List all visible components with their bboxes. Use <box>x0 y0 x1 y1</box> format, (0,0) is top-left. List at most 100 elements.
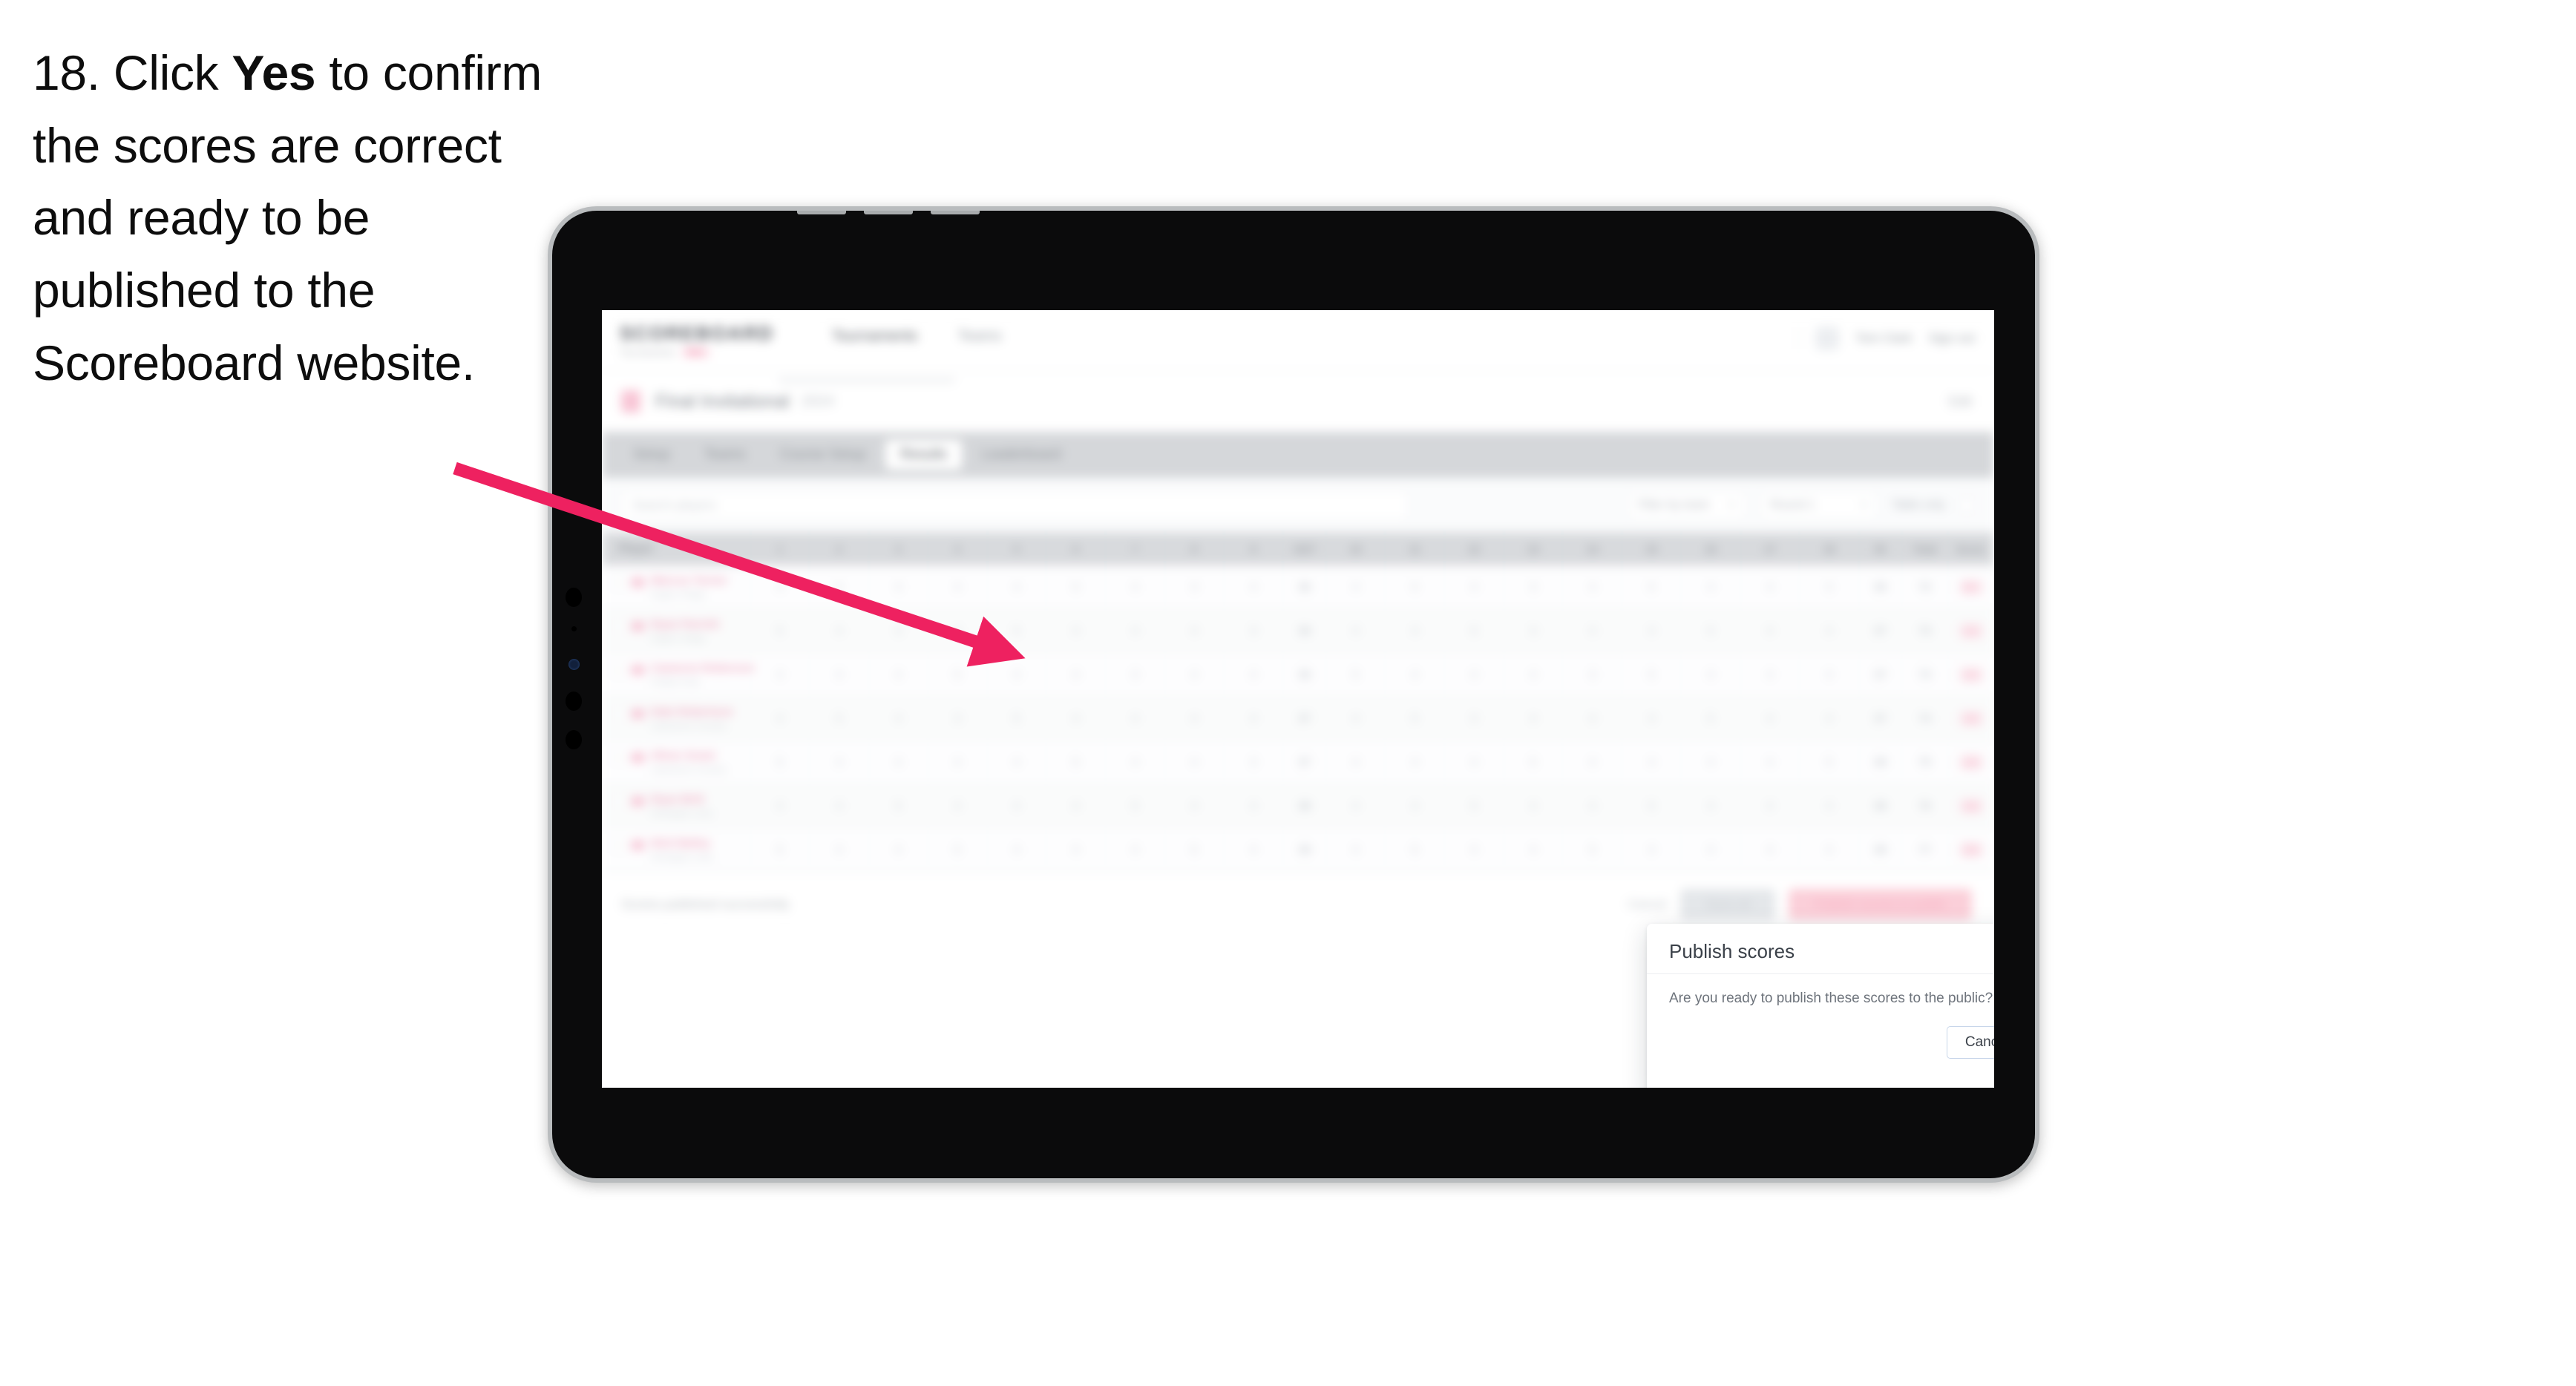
table-only-label[interactable]: Table only <box>1892 499 1945 512</box>
cell-hole-5[interactable]: 4 <box>987 827 1047 872</box>
table-col-hole-3[interactable]: 3 <box>868 533 928 565</box>
cell-hole-2[interactable]: 4 <box>809 608 869 653</box>
cell-score[interactable]: +1 <box>1947 608 1994 653</box>
cell-hole-9[interactable]: 4 <box>1224 652 1284 697</box>
table-row[interactable]: Oliver Grant Lakeshore Country 5 4 4 4 4 5 4 4 3 37… <box>602 740 1994 784</box>
table-row[interactable]: Cameron Roberson Pebble Park 4 4 4 5 4 4 3 4 4 36 5 4… <box>602 652 1994 697</box>
cell-score[interactable]: E <box>1947 565 1994 609</box>
cell-hole-14[interactable]: 5 <box>1562 827 1622 872</box>
table-col-hole-5[interactable]: 5 <box>987 533 1047 565</box>
title-edit-link[interactable]: Edit <box>1949 394 1972 410</box>
row-checkbox[interactable] <box>612 577 625 589</box>
cell-hole-8[interactable]: 4 <box>1164 784 1225 828</box>
cell-out[interactable]: 37 <box>1282 740 1327 784</box>
cell-hole-13[interactable]: 4 <box>1504 827 1564 872</box>
cell-hole-9[interactable]: 4 <box>1224 827 1284 872</box>
cell-hole-11[interactable]: 5 <box>1385 827 1445 872</box>
cell-total[interactable]: 74 <box>1901 696 1948 740</box>
table-row[interactable]: Ryan Britt Northgate Links 4 4 5 4 4 4 5 4 4 38 4 4 5 4… <box>602 784 1994 828</box>
cell-hole-15[interactable]: 4 <box>1622 696 1682 740</box>
cell-hole-13[interactable]: 5 <box>1504 740 1564 784</box>
search-input[interactable]: Search players <box>621 490 1408 520</box>
table-col-hole-1[interactable]: 1 <box>750 533 810 565</box>
cell-in[interactable]: 38 <box>1858 827 1902 872</box>
cell-hole-14[interactable]: 4 <box>1562 740 1622 784</box>
cell-hole-14[interactable]: 4 <box>1562 565 1622 609</box>
table-col-hole-10[interactable]: 10 <box>1325 533 1386 565</box>
cell-hole-17[interactable]: 4 <box>1740 652 1800 697</box>
cell-hole-1[interactable]: 5 <box>750 740 810 784</box>
table-col-hole-18[interactable]: 18 <box>1799 533 1859 565</box>
cell-hole-16[interactable]: 4 <box>1681 565 1741 609</box>
table-col-hole-17[interactable]: 17 <box>1740 533 1800 565</box>
cell-hole-1[interactable]: 5 <box>750 827 810 872</box>
table-col-hole-11[interactable]: 11 <box>1385 533 1445 565</box>
cell-hole-17[interactable]: 4 <box>1740 565 1800 609</box>
cell-hole-6[interactable]: 4 <box>1046 608 1106 653</box>
cell-hole-13[interactable]: 4 <box>1504 652 1564 697</box>
cell-hole-13[interactable]: 3 <box>1504 608 1564 653</box>
cell-hole-7[interactable]: 4 <box>1105 565 1165 609</box>
cell-hole-10[interactable]: 4 <box>1325 784 1386 828</box>
cell-hole-16[interactable]: 4 <box>1681 784 1741 828</box>
cell-hole-3[interactable]: 4 <box>868 740 928 784</box>
save-all-button[interactable]: Save all <box>1679 888 1776 920</box>
cell-hole-6[interactable]: 5 <box>1046 565 1106 609</box>
cell-hole-1[interactable]: 4 <box>750 696 810 740</box>
cell-hole-11[interactable]: 4 <box>1385 740 1445 784</box>
table-toggle-icon[interactable] <box>1959 496 1975 513</box>
cell-hole-12[interactable]: 4 <box>1444 740 1504 784</box>
cell-hole-1[interactable]: 4 <box>750 652 810 697</box>
cell-hole-1[interactable]: 4 <box>750 565 810 609</box>
app-brand[interactable]: SCOREBOARD Tournaments Beta <box>620 322 774 358</box>
cell-hole-12[interactable]: 5 <box>1444 784 1504 828</box>
cell-hole-16[interactable]: 5 <box>1681 608 1741 653</box>
cell-hole-1[interactable]: 5 <box>750 608 810 653</box>
cell-hole-15[interactable]: 4 <box>1622 740 1682 784</box>
cell-out[interactable]: 38 <box>1282 784 1327 828</box>
cell-hole-5[interactable]: 4 <box>987 784 1047 828</box>
team-filter-select[interactable]: Filter by team ▼ <box>1627 490 1746 520</box>
cell-hole-15[interactable]: 4 <box>1622 827 1682 872</box>
cell-hole-7[interactable]: 4 <box>1105 608 1165 653</box>
table-col-hole-4[interactable]: 4 <box>928 533 988 565</box>
cell-hole-3[interactable]: 5 <box>868 784 928 828</box>
cell-hole-5[interactable]: 4 <box>987 652 1047 697</box>
cell-hole-10[interactable]: 5 <box>1325 652 1386 697</box>
tab-setup[interactable]: Setup <box>618 440 685 470</box>
cell-total[interactable]: 77 <box>1901 827 1948 872</box>
cell-hole-11[interactable]: 5 <box>1385 565 1445 609</box>
cell-in[interactable]: 37 <box>1858 608 1902 653</box>
cell-hole-15[interactable]: 5 <box>1622 565 1682 609</box>
cell-out[interactable]: 36 <box>1282 565 1327 609</box>
cell-hole-17[interactable]: 4 <box>1740 827 1800 872</box>
cell-in[interactable]: 36 <box>1858 565 1902 609</box>
cell-hole-13[interactable]: 3 <box>1504 565 1564 609</box>
cell-hole-11[interactable]: 4 <box>1385 784 1445 828</box>
cell-hole-3[interactable]: 4 <box>868 696 928 740</box>
cell-hole-14[interactable]: 3 <box>1562 652 1622 697</box>
cell-hole-8[interactable]: 5 <box>1164 827 1225 872</box>
cell-out[interactable]: 36 <box>1282 608 1327 653</box>
cell-hole-3[interactable]: 4 <box>868 827 928 872</box>
sign-out-link[interactable]: Sign out <box>1929 331 1975 346</box>
table-col-hole-2[interactable]: 2 <box>809 533 869 565</box>
cancel-button[interactable]: Cancel <box>1946 1026 1994 1059</box>
row-checkbox[interactable] <box>612 795 625 808</box>
cell-hole-5[interactable]: 5 <box>987 696 1047 740</box>
cell-hole-2[interactable]: 4 <box>809 740 869 784</box>
cell-hole-4[interactable]: 5 <box>928 827 988 872</box>
table-col-hole-15[interactable]: 15 <box>1622 533 1682 565</box>
table-col-out[interactable]: OUT <box>1282 533 1327 565</box>
cell-total[interactable]: 76 <box>1901 784 1948 828</box>
table-col-hole-6[interactable]: 6 <box>1046 533 1106 565</box>
cell-hole-6[interactable]: 4 <box>1046 827 1106 872</box>
cell-hole-14[interactable]: 4 <box>1562 696 1622 740</box>
cell-hole-6[interactable]: 4 <box>1046 652 1106 697</box>
table-col-hole-12[interactable]: 12 <box>1444 533 1504 565</box>
header-user-name[interactable]: Tom Clark <box>1855 331 1913 346</box>
table-col-total[interactable]: Total <box>1901 533 1948 565</box>
cell-hole-4[interactable]: 4 <box>928 740 988 784</box>
user-avatar-icon[interactable] <box>1815 326 1840 350</box>
cell-out[interactable]: 37 <box>1282 696 1327 740</box>
